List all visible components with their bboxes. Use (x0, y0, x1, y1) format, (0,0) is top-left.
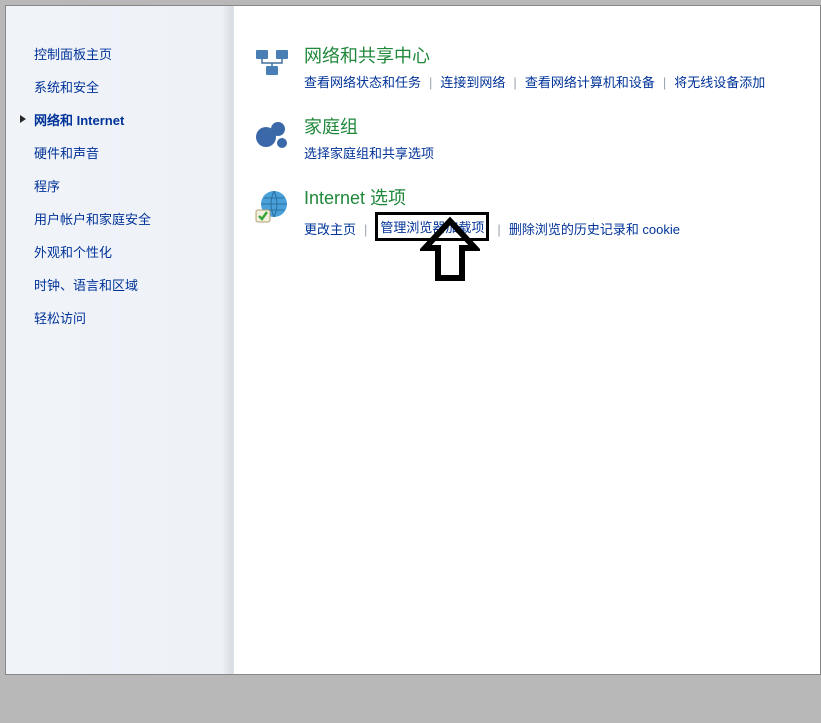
divider: | (663, 75, 666, 90)
sidebar-item-network-internet[interactable]: 网络和 Internet (34, 110, 233, 129)
sidebar-item-appearance[interactable]: 外观和个性化 (34, 242, 233, 261)
category-title-internet[interactable]: Internet 选项 (304, 184, 820, 210)
category-network-sharing: 网络和共享中心 查看网络状态和任务 | 连接到网络 | 查看网络计算机和设备 | 将无线设备… (254, 42, 820, 91)
divider: | (497, 222, 500, 237)
main-content: 网络和共享中心 查看网络状态和任务 | 连接到网络 | 查看网络计算机和设备 | 将无线设备… (234, 6, 820, 674)
link-manage-addons[interactable]: 管理浏览器加载项 (380, 220, 484, 235)
link-homegroup-options[interactable]: 选择家庭组和共享选项 (304, 146, 434, 161)
link-wireless-device[interactable]: 将无线设备添加 (674, 75, 765, 90)
sidebar-item-system-security[interactable]: 系统和安全 (34, 77, 233, 96)
homegroup-icon (254, 117, 290, 153)
link-delete-history[interactable]: 删除浏览的历史记录和 cookie (509, 222, 680, 237)
sidebar-item-clock-region[interactable]: 时钟、语言和区域 (34, 275, 233, 294)
sidebar-item-user-accounts[interactable]: 用户帐户和家庭安全 (34, 209, 233, 228)
sidebar-item-hardware-sound[interactable]: 硬件和声音 (34, 143, 233, 162)
link-view-devices[interactable]: 查看网络计算机和设备 (525, 75, 655, 90)
network-sharing-icon (254, 46, 290, 82)
link-change-homepage[interactable]: 更改主页 (304, 222, 356, 237)
category-title-network[interactable]: 网络和共享中心 (304, 42, 820, 68)
category-title-homegroup[interactable]: 家庭组 (304, 113, 820, 139)
control-panel-window: 控制面板主页 系统和安全 网络和 Internet 硬件和声音 程序 用户帐户和… (5, 5, 821, 675)
divider: | (513, 75, 516, 90)
sidebar: 控制面板主页 系统和安全 网络和 Internet 硬件和声音 程序 用户帐户和… (6, 6, 234, 674)
divider: | (364, 222, 367, 237)
link-connect-network[interactable]: 连接到网络 (440, 75, 505, 90)
link-network-status[interactable]: 查看网络状态和任务 (304, 75, 421, 90)
sidebar-item-programs[interactable]: 程序 (34, 176, 233, 195)
highlight-box: 管理浏览器加载项 (375, 212, 489, 241)
category-internet-options: Internet 选项 更改主页 | 管理浏览器加载项 | 删除浏览的历史记录和 coo… (254, 184, 820, 243)
sidebar-item-ease-access[interactable]: 轻松访问 (34, 308, 233, 327)
internet-options-icon (254, 188, 290, 224)
sidebar-item-home[interactable]: 控制面板主页 (34, 44, 233, 63)
category-homegroup: 家庭组 选择家庭组和共享选项 (254, 113, 820, 162)
divider: | (429, 75, 432, 90)
